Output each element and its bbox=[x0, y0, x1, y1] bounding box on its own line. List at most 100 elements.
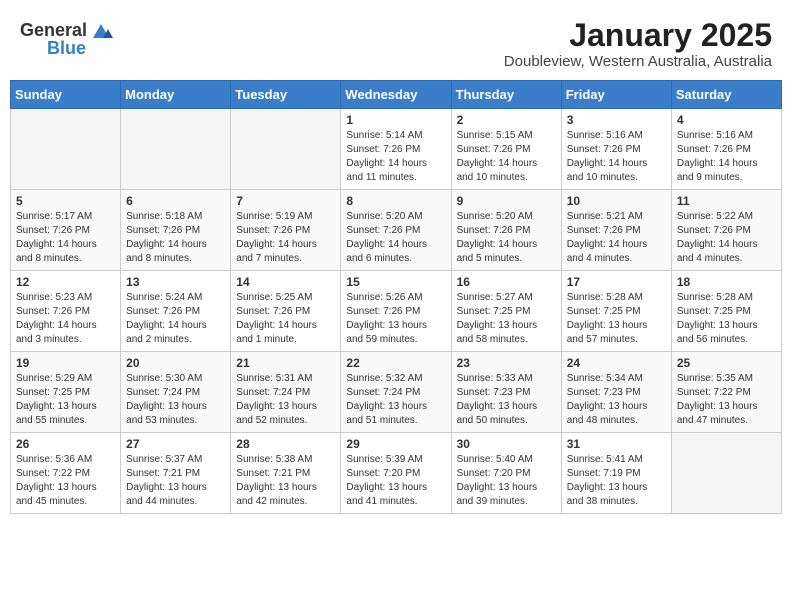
day-number: 4 bbox=[677, 113, 776, 127]
calendar-table: SundayMondayTuesdayWednesdayThursdayFrid… bbox=[10, 80, 782, 514]
day-info: Sunrise: 5:16 AM Sunset: 7:26 PM Dayligh… bbox=[677, 129, 776, 185]
calendar-week-1: 1 Sunrise: 5:14 AM Sunset: 7:26 PM Daylig… bbox=[11, 109, 782, 190]
calendar-header-row: SundayMondayTuesdayWednesdayThursdayFrid… bbox=[11, 81, 782, 109]
day-number: 2 bbox=[457, 113, 556, 127]
day-number: 9 bbox=[457, 194, 556, 208]
location-title: Doubleview, Western Australia, Australia bbox=[504, 53, 772, 70]
day-of-week-tuesday: Tuesday bbox=[231, 81, 341, 109]
day-info: Sunrise: 5:19 AM Sunset: 7:26 PM Dayligh… bbox=[236, 210, 335, 266]
logo-blue: Blue bbox=[47, 38, 86, 59]
day-number: 7 bbox=[236, 194, 335, 208]
calendar-cell: 4 Sunrise: 5:16 AM Sunset: 7:26 PM Daylig… bbox=[671, 109, 781, 190]
calendar-cell bbox=[231, 109, 341, 190]
day-info: Sunrise: 5:20 AM Sunset: 7:26 PM Dayligh… bbox=[457, 210, 556, 266]
calendar-cell: 15 Sunrise: 5:26 AM Sunset: 7:26 PM Dayli… bbox=[341, 271, 451, 352]
day-info: Sunrise: 5:24 AM Sunset: 7:26 PM Dayligh… bbox=[126, 291, 225, 347]
calendar-cell: 1 Sunrise: 5:14 AM Sunset: 7:26 PM Daylig… bbox=[341, 109, 451, 190]
day-of-week-sunday: Sunday bbox=[11, 81, 121, 109]
day-info: Sunrise: 5:21 AM Sunset: 7:26 PM Dayligh… bbox=[567, 210, 666, 266]
day-number: 26 bbox=[16, 437, 115, 451]
calendar-cell: 25 Sunrise: 5:35 AM Sunset: 7:22 PM Dayli… bbox=[671, 352, 781, 433]
calendar-cell: 10Sunrise: 5:21 AM Sunset: 7:26 PM Dayli… bbox=[561, 190, 671, 271]
day-info: Sunrise: 5:32 AM Sunset: 7:24 PM Dayligh… bbox=[346, 372, 445, 428]
day-number: 14 bbox=[236, 275, 335, 289]
calendar-cell bbox=[11, 109, 121, 190]
calendar-week-4: 19Sunrise: 5:29 AM Sunset: 7:25 PM Dayli… bbox=[11, 352, 782, 433]
calendar-cell: 6 Sunrise: 5:18 AM Sunset: 7:26 PM Daylig… bbox=[121, 190, 231, 271]
day-number: 12 bbox=[16, 275, 115, 289]
calendar-week-5: 26Sunrise: 5:36 AM Sunset: 7:22 PM Dayli… bbox=[11, 433, 782, 514]
day-info: Sunrise: 5:23 AM Sunset: 7:26 PM Dayligh… bbox=[16, 291, 115, 347]
title-block: January 2025 Doubleview, Western Austral… bbox=[504, 18, 772, 70]
day-info: Sunrise: 5:41 AM Sunset: 7:19 PM Dayligh… bbox=[567, 453, 666, 509]
day-info: Sunrise: 5:37 AM Sunset: 7:21 PM Dayligh… bbox=[126, 453, 225, 509]
day-number: 30 bbox=[457, 437, 556, 451]
day-info: Sunrise: 5:39 AM Sunset: 7:20 PM Dayligh… bbox=[346, 453, 445, 509]
day-info: Sunrise: 5:28 AM Sunset: 7:25 PM Dayligh… bbox=[677, 291, 776, 347]
calendar-week-3: 12 Sunrise: 5:23 AM Sunset: 7:26 PM Dayli… bbox=[11, 271, 782, 352]
day-number: 1 bbox=[346, 113, 445, 127]
day-number: 31 bbox=[567, 437, 666, 451]
day-of-week-thursday: Thursday bbox=[451, 81, 561, 109]
day-number: 15 bbox=[346, 275, 445, 289]
day-of-week-monday: Monday bbox=[121, 81, 231, 109]
day-info: Sunrise: 5:14 AM Sunset: 7:26 PM Dayligh… bbox=[346, 129, 445, 185]
day-number: 22 bbox=[346, 356, 445, 370]
day-info: Sunrise: 5:18 AM Sunset: 7:26 PM Dayligh… bbox=[126, 210, 225, 266]
day-info: Sunrise: 5:31 AM Sunset: 7:24 PM Dayligh… bbox=[236, 372, 335, 428]
calendar-cell bbox=[671, 433, 781, 514]
day-number: 13 bbox=[126, 275, 225, 289]
day-info: Sunrise: 5:27 AM Sunset: 7:25 PM Dayligh… bbox=[457, 291, 556, 347]
day-number: 27 bbox=[126, 437, 225, 451]
calendar-week-2: 5 Sunrise: 5:17 AM Sunset: 7:26 PM Daylig… bbox=[11, 190, 782, 271]
day-info: Sunrise: 5:38 AM Sunset: 7:21 PM Dayligh… bbox=[236, 453, 335, 509]
day-info: Sunrise: 5:28 AM Sunset: 7:25 PM Dayligh… bbox=[567, 291, 666, 347]
day-of-week-wednesday: Wednesday bbox=[341, 81, 451, 109]
calendar-cell: 11 Sunrise: 5:22 AM Sunset: 7:26 PM Dayli… bbox=[671, 190, 781, 271]
page-header: General Blue January 2025 Doubleview, We… bbox=[10, 10, 782, 74]
day-number: 5 bbox=[16, 194, 115, 208]
calendar-cell: 26Sunrise: 5:36 AM Sunset: 7:22 PM Dayli… bbox=[11, 433, 121, 514]
day-info: Sunrise: 5:17 AM Sunset: 7:26 PM Dayligh… bbox=[16, 210, 115, 266]
day-info: Sunrise: 5:25 AM Sunset: 7:26 PM Dayligh… bbox=[236, 291, 335, 347]
day-number: 23 bbox=[457, 356, 556, 370]
day-number: 11 bbox=[677, 194, 776, 208]
day-of-week-friday: Friday bbox=[561, 81, 671, 109]
day-info: Sunrise: 5:20 AM Sunset: 7:26 PM Dayligh… bbox=[346, 210, 445, 266]
calendar-cell: 17 Sunrise: 5:28 AM Sunset: 7:25 PM Dayli… bbox=[561, 271, 671, 352]
day-number: 20 bbox=[126, 356, 225, 370]
day-number: 21 bbox=[236, 356, 335, 370]
calendar-cell: 14 Sunrise: 5:25 AM Sunset: 7:26 PM Dayli… bbox=[231, 271, 341, 352]
day-info: Sunrise: 5:35 AM Sunset: 7:22 PM Dayligh… bbox=[677, 372, 776, 428]
day-number: 17 bbox=[567, 275, 666, 289]
day-number: 6 bbox=[126, 194, 225, 208]
calendar-cell: 21 Sunrise: 5:31 AM Sunset: 7:24 PM Dayli… bbox=[231, 352, 341, 433]
calendar-cell: 9 Sunrise: 5:20 AM Sunset: 7:26 PM Daylig… bbox=[451, 190, 561, 271]
day-info: Sunrise: 5:15 AM Sunset: 7:26 PM Dayligh… bbox=[457, 129, 556, 185]
day-info: Sunrise: 5:22 AM Sunset: 7:26 PM Dayligh… bbox=[677, 210, 776, 266]
calendar-cell: 20 Sunrise: 5:30 AM Sunset: 7:24 PM Dayli… bbox=[121, 352, 231, 433]
day-info: Sunrise: 5:30 AM Sunset: 7:24 PM Dayligh… bbox=[126, 372, 225, 428]
day-of-week-saturday: Saturday bbox=[671, 81, 781, 109]
calendar-cell: 24Sunrise: 5:34 AM Sunset: 7:23 PM Dayli… bbox=[561, 352, 671, 433]
logo-icon bbox=[89, 18, 113, 42]
calendar-cell: 5 Sunrise: 5:17 AM Sunset: 7:26 PM Daylig… bbox=[11, 190, 121, 271]
calendar-cell: 3Sunrise: 5:16 AM Sunset: 7:26 PM Daylig… bbox=[561, 109, 671, 190]
calendar-cell bbox=[121, 109, 231, 190]
calendar-cell: 19Sunrise: 5:29 AM Sunset: 7:25 PM Dayli… bbox=[11, 352, 121, 433]
day-number: 18 bbox=[677, 275, 776, 289]
calendar-cell: 29Sunrise: 5:39 AM Sunset: 7:20 PM Dayli… bbox=[341, 433, 451, 514]
calendar-cell: 7 Sunrise: 5:19 AM Sunset: 7:26 PM Daylig… bbox=[231, 190, 341, 271]
day-info: Sunrise: 5:29 AM Sunset: 7:25 PM Dayligh… bbox=[16, 372, 115, 428]
calendar-cell: 27 Sunrise: 5:37 AM Sunset: 7:21 PM Dayli… bbox=[121, 433, 231, 514]
calendar-cell: 12 Sunrise: 5:23 AM Sunset: 7:26 PM Dayli… bbox=[11, 271, 121, 352]
day-info: Sunrise: 5:34 AM Sunset: 7:23 PM Dayligh… bbox=[567, 372, 666, 428]
calendar-cell: 13 Sunrise: 5:24 AM Sunset: 7:26 PM Dayli… bbox=[121, 271, 231, 352]
day-info: Sunrise: 5:16 AM Sunset: 7:26 PM Dayligh… bbox=[567, 129, 666, 185]
logo: General Blue bbox=[20, 18, 113, 59]
day-info: Sunrise: 5:26 AM Sunset: 7:26 PM Dayligh… bbox=[346, 291, 445, 347]
day-number: 16 bbox=[457, 275, 556, 289]
calendar-cell: 2 Sunrise: 5:15 AM Sunset: 7:26 PM Daylig… bbox=[451, 109, 561, 190]
day-number: 25 bbox=[677, 356, 776, 370]
calendar-cell: 8Sunrise: 5:20 AM Sunset: 7:26 PM Daylig… bbox=[341, 190, 451, 271]
